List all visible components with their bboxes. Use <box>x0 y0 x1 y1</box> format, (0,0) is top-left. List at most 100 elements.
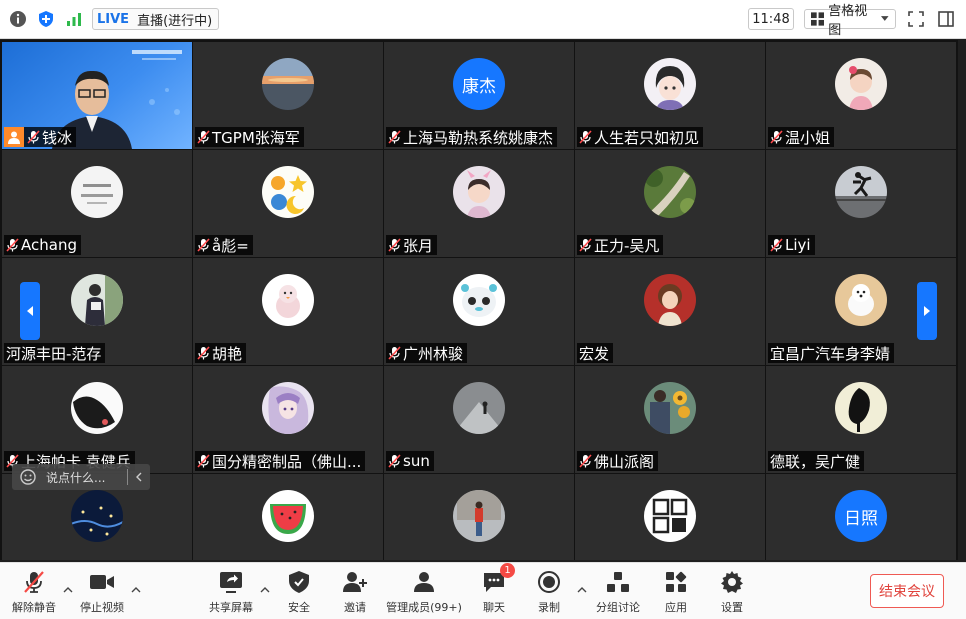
mic-muted-icon <box>6 238 19 252</box>
participant-name-tag: sun <box>386 451 434 471</box>
participant-name: 佛山派阁 <box>594 452 655 471</box>
participant-name-tag: 宏发 <box>577 343 614 363</box>
participant-tile[interactable]: 上海帕卡 袁健兵 <box>2 366 192 473</box>
manage-members-button[interactable]: 管理成员(99+) <box>384 569 464 615</box>
avatar <box>453 274 505 326</box>
participant-tile[interactable]: 钱冰 <box>2 42 192 149</box>
participant-name-tag: Achang <box>4 235 81 255</box>
participant-tile[interactable]: 德联，吴广健 <box>766 366 956 473</box>
participant-name: 正力-吴凡 <box>594 236 660 255</box>
participant-tile[interactable]: 国分精密制品（佛山... <box>193 366 383 473</box>
participant-tile[interactable]: sun <box>384 366 574 473</box>
participant-name: 宜昌广汽车身李婧 <box>770 344 891 363</box>
prev-page-button[interactable] <box>20 282 40 340</box>
participant-tile[interactable]: 康杰 上海马勒热系统姚康杰 <box>384 42 574 149</box>
avatar <box>644 58 696 110</box>
avatar <box>262 166 314 218</box>
participant-name: TGPM张海军 <box>212 128 300 147</box>
participant-name-tag: Liyi <box>768 235 815 255</box>
chevron-up-icon[interactable] <box>131 585 141 595</box>
participant-name-tag: 钱冰 <box>4 127 77 147</box>
participant-tile[interactable] <box>384 474 574 560</box>
participant-tile[interactable]: 佛山派阁 <box>575 366 765 473</box>
breakout-icon <box>605 569 631 595</box>
settings-button[interactable]: 设置 <box>692 569 772 615</box>
apps-label: 应用 <box>665 601 687 614</box>
fullscreen-icon[interactable] <box>906 9 926 29</box>
avatar <box>644 274 696 326</box>
participant-tile[interactable]: 张月 <box>384 150 574 257</box>
avatar <box>262 58 314 110</box>
participant-tile[interactable]: 宏发 <box>575 258 765 365</box>
mic-muted-icon <box>388 454 401 468</box>
participant-name: 上海马勒热系统姚康杰 <box>403 128 554 147</box>
mic-muted-icon <box>197 346 210 360</box>
participant-name-tag: 胡艳 <box>195 343 247 363</box>
participant-name-tag: 河源丰田-范存 <box>4 343 106 363</box>
avatar <box>835 382 887 434</box>
avatar <box>71 490 123 542</box>
chevron-right-icon <box>924 306 930 316</box>
participant-name-tag: TGPM张海军 <box>195 127 304 147</box>
record-label: 录制 <box>538 601 560 614</box>
participant-name-tag: å彪= <box>195 235 253 255</box>
host-icon <box>4 127 24 147</box>
participant-tile[interactable] <box>575 474 765 560</box>
divider <box>127 469 128 485</box>
participant-tile[interactable]: 日照 <box>766 474 956 560</box>
participant-tile[interactable]: 人生若只如初见 <box>575 42 765 149</box>
avatar <box>262 490 314 542</box>
avatar <box>835 166 887 218</box>
live-status[interactable]: LIVE 直播(进行中) <box>92 8 220 30</box>
participant-tile[interactable]: 温小姐 <box>766 42 956 149</box>
avatar: 康杰 <box>453 58 505 110</box>
avatar: 日照 <box>835 490 887 542</box>
grid-view-icon <box>811 12 825 26</box>
avatar <box>71 382 123 434</box>
participant-tile[interactable] <box>193 474 383 560</box>
participant-tile[interactable]: 胡艳 <box>193 258 383 365</box>
live-badge: LIVE <box>97 11 130 27</box>
participant-tile[interactable]: 正力-吴凡 <box>575 150 765 257</box>
top-bar: LIVE 直播(进行中) 11:48 宫格视图 <box>0 0 966 39</box>
mic-muted-icon <box>579 454 592 468</box>
invite-button[interactable]: 邀请 <box>315 569 395 615</box>
participant-tile[interactable]: Achang <box>2 150 192 257</box>
gear-icon <box>719 569 745 595</box>
chat-input[interactable]: 说点什么... <box>12 464 150 490</box>
participant-name-tag: 德联，吴广健 <box>768 451 865 471</box>
end-meeting-button[interactable]: 结束会议 <box>870 574 944 608</box>
participant-name: Achang <box>21 236 77 254</box>
participant-name-tag: 上海马勒热系统姚康杰 <box>386 127 558 147</box>
next-page-button[interactable] <box>917 282 937 340</box>
sidebar-toggle-icon[interactable] <box>936 9 956 29</box>
participant-name: 宏发 <box>579 344 610 363</box>
participant-name: 张月 <box>403 236 434 255</box>
chevron-left-icon[interactable] <box>136 472 142 482</box>
settings-label: 设置 <box>721 601 743 614</box>
avatar <box>835 58 887 110</box>
stop-video-button[interactable]: 停止视频 <box>62 569 142 615</box>
mic-muted-icon <box>388 346 401 360</box>
participant-name: sun <box>403 452 430 470</box>
video-camera-icon <box>89 569 115 595</box>
shield-icon <box>286 569 312 595</box>
participant-tile[interactable]: å彪= <box>193 150 383 257</box>
participant-tile[interactable]: 广州林骏 <box>384 258 574 365</box>
mic-muted-icon <box>21 569 47 595</box>
participant-tile[interactable]: TGPM张海军 <box>193 42 383 149</box>
participant-name: 人生若只如初见 <box>594 128 700 147</box>
participant-name: 广州林骏 <box>403 344 464 363</box>
avatar <box>262 382 314 434</box>
chat-icon: 1 <box>481 563 515 595</box>
view-mode-button[interactable]: 宫格视图 <box>804 4 896 38</box>
manage-members-label: 管理成员(99+) <box>386 601 462 614</box>
shield-icon[interactable] <box>36 9 56 29</box>
participant-tile[interactable]: Liyi <box>766 150 956 257</box>
live-status-text: 直播(进行中) <box>137 13 213 29</box>
info-icon[interactable] <box>8 9 28 29</box>
signal-icon[interactable] <box>64 9 84 29</box>
emoji-icon[interactable] <box>20 469 36 485</box>
participant-name-tag: 佛山派阁 <box>577 451 659 471</box>
avatar <box>262 274 314 326</box>
